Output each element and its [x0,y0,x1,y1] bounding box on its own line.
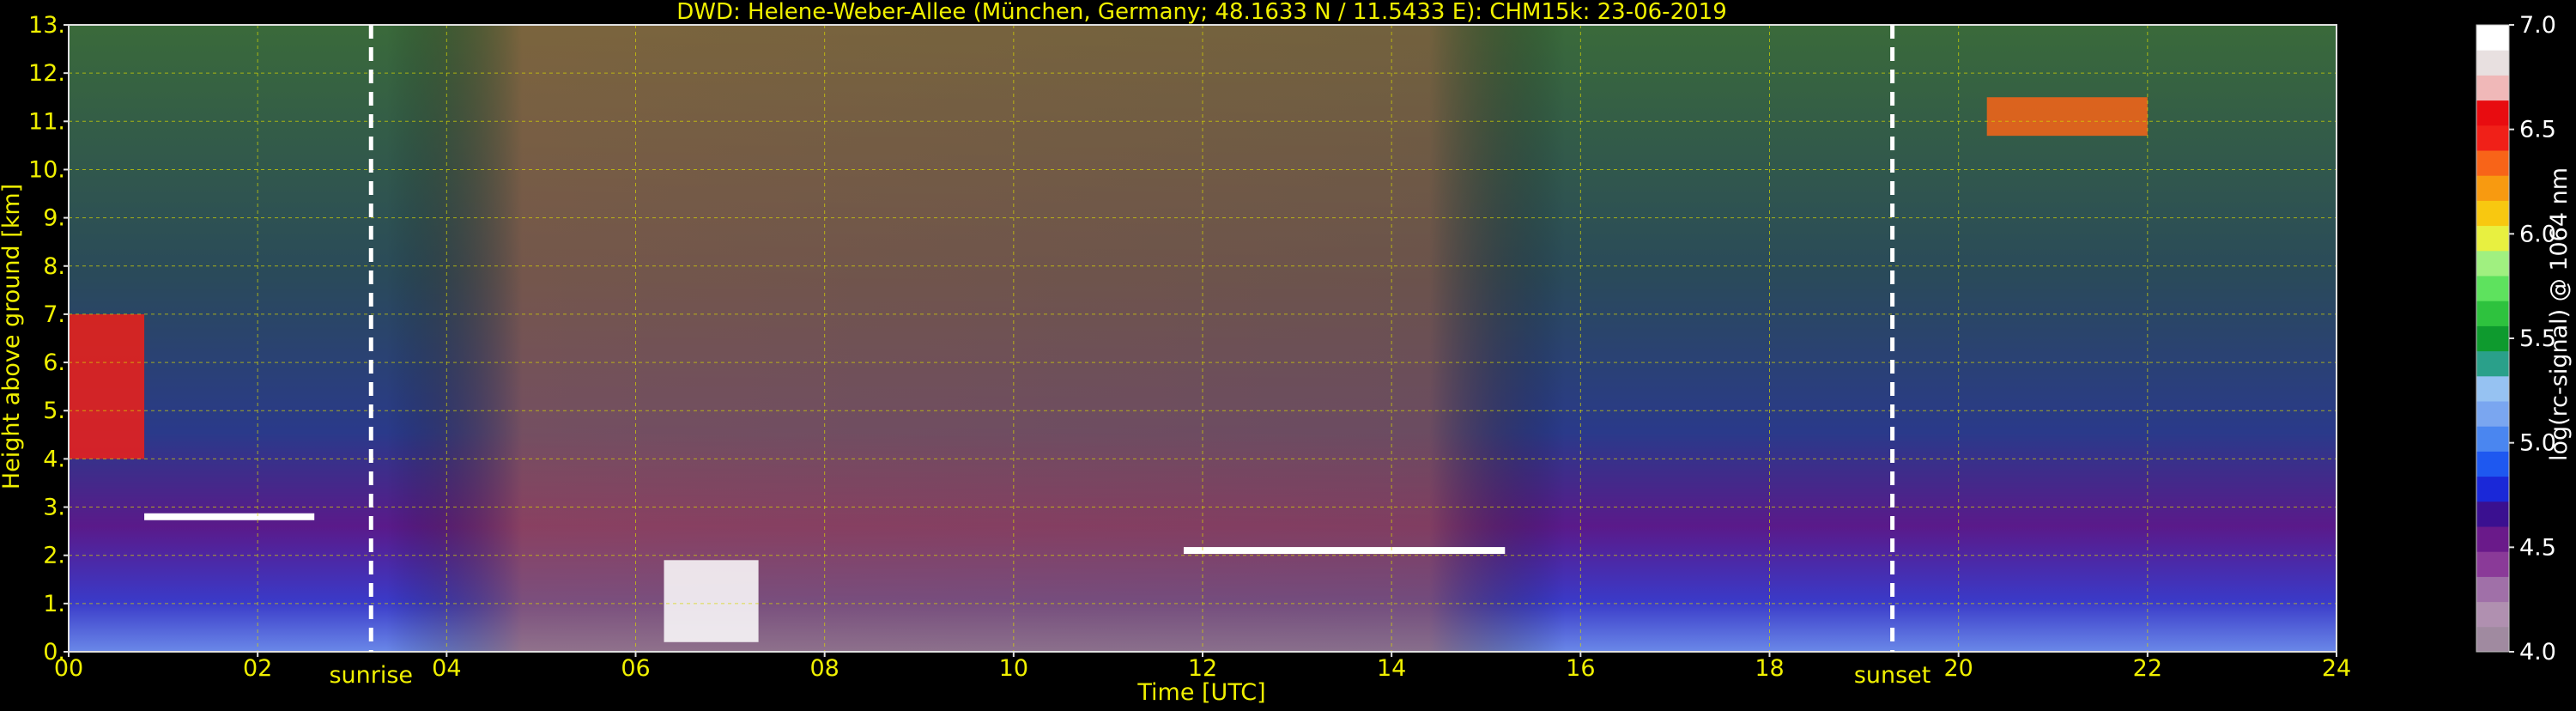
y-tick-label: 12. [28,60,65,87]
x-tick-label: 12 [1188,655,1217,682]
x-tick-label: 14 [1377,655,1406,682]
y-tick-label: 11. [28,108,65,135]
colorbar-segment [2476,476,2509,502]
y-tick-label: 0. [43,639,65,665]
colorbar-segment [2476,175,2509,201]
x-tick-label: 04 [432,655,461,682]
feature-cloud [664,560,759,642]
x-tick-label: 16 [1566,655,1595,682]
colorbar-segment [2476,225,2509,252]
y-tick-label: 7. [43,301,65,328]
colorbar-segment [2476,100,2509,126]
colorbar-segment [2476,501,2509,527]
colorbar-segment [2476,325,2509,352]
x-tick-label: 08 [809,655,839,682]
colorbar-segment [2476,301,2509,326]
feature-layer [144,513,315,520]
colorbar-segment [2476,626,2509,653]
feature-layer [1183,547,1506,555]
colorbar-segment [2476,350,2509,377]
colorbar-tick-label: 4.0 [2519,639,2556,665]
colorbar-segment [2476,601,2509,628]
x-tick-label: 02 [243,655,272,682]
colorbar-segment [2476,125,2509,151]
x-tick-label: 10 [999,655,1028,682]
colorbar-segment [2476,526,2509,552]
colorbar-segment [2476,75,2509,101]
colorbar-segment [2476,276,2509,301]
y-tick-label: 5. [43,398,65,424]
feature-cloud [69,313,145,459]
marker-label-sunset: sunset [1854,662,1931,689]
colorbar-segment [2476,150,2509,176]
marker-label-sunrise: sunrise [329,662,413,689]
feature-cloud [1986,97,2148,137]
x-tick-label: 22 [2133,655,2162,682]
y-tick-label: 2. [43,543,65,569]
colorbar-tick-label: 6.5 [2519,117,2556,143]
ceilometer-chart: sunrise sunset 00 02 04 06 08 10 12 14 16 18 20 22 24… [0,0,2576,708]
colorbar-segment [2476,551,2509,577]
colorbar-segment [2476,250,2509,276]
colorbar-segment [2476,451,2509,477]
x-tick-label: 24 [2322,655,2351,682]
x-tick-label: 20 [1943,655,1973,682]
colorbar-segment [2476,50,2509,76]
y-tick-label: 3. [43,495,65,521]
colorbar-segment [2476,375,2509,402]
x-tick-label: 18 [1755,655,1784,682]
y-tick-label: 6. [43,349,65,376]
colorbar-segment [2476,401,2509,427]
y-tick-label: 8. [43,253,65,280]
colorbar-label: log(rc-signal) @ 1064 nm [2546,167,2573,461]
chart-title: DWD: Helene-Weber-Allee (München, German… [676,0,1727,25]
colorbar-segment [2476,576,2509,603]
y-tick-label: 10. [28,156,65,183]
y-tick-label: 9. [43,205,65,232]
colorbar-segment [2476,25,2509,51]
x-tick-label: 06 [621,655,650,682]
colorbar-segment [2476,426,2509,452]
colorbar-tick-label: 4.5 [2519,534,2556,561]
y-tick-label: 13. [28,12,65,39]
y-axis-label: Height above ground [km] [0,184,25,489]
colorbar-tick-label: 7.0 [2519,12,2556,39]
y-tick-label: 4. [43,446,65,472]
y-tick-label: 1. [43,591,65,617]
chart-svg: sunrise sunset 00 02 04 06 08 10 12 14 16 18 20 22 24… [0,0,2576,708]
x-axis-label: Time [UTC] [1136,679,1265,706]
colorbar-segment [2476,200,2509,227]
